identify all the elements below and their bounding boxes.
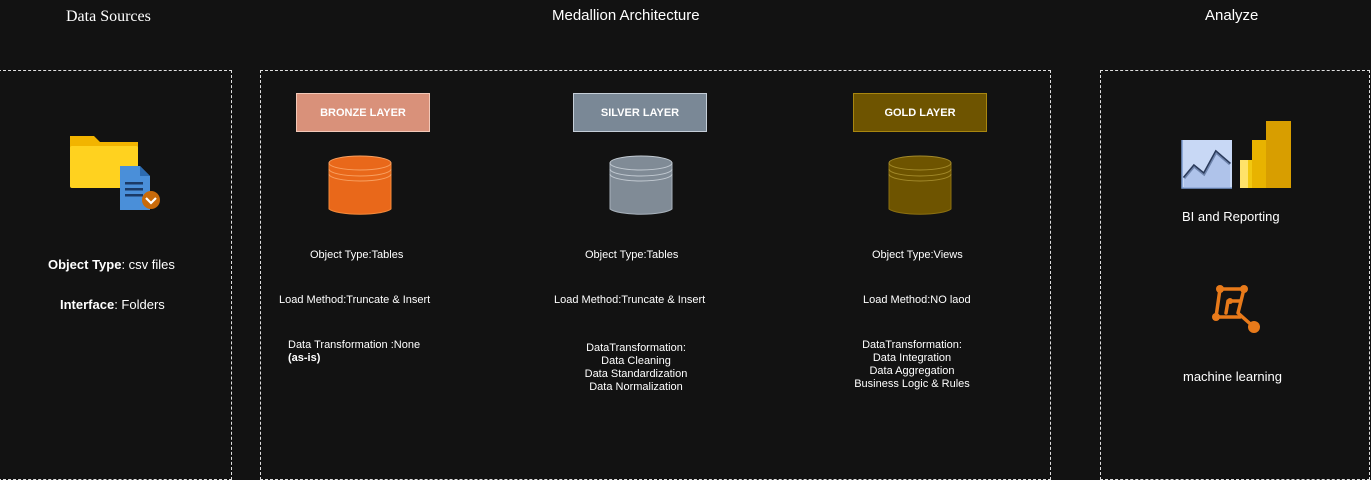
medallion-header: Medallion Architecture <box>552 7 700 24</box>
gold-transformation: DataTransformation: Data Integration Dat… <box>834 339 990 391</box>
silver-transformation-item: Data Standardization <box>584 368 688 380</box>
machine-learning-icon <box>1208 283 1264 337</box>
bi-chart-icon <box>1180 120 1294 190</box>
bronze-transformation-line1: Data Transformation :None <box>288 339 421 351</box>
gold-layer-title: GOLD LAYER <box>884 106 956 119</box>
machine-learning-label: machine learning <box>1183 369 1283 384</box>
bronze-database-icon <box>328 155 394 217</box>
bronze-transformation-line2: (as-is) <box>288 352 321 364</box>
silver-object-type: Object Type:Tables <box>585 249 679 261</box>
analyze-header: Analyze <box>1205 7 1259 24</box>
object-type-value: : csv files <box>121 257 175 272</box>
bronze-layer-box: BRONZE LAYER <box>296 93 430 132</box>
folder-icon <box>68 128 164 210</box>
source-interface: Interface: Folders <box>60 297 165 312</box>
gold-transformation-heading: DataTransformation: <box>862 339 962 351</box>
bi-reporting-label: BI and Reporting <box>1182 209 1280 224</box>
silver-transformation-item: Data Normalization <box>589 381 683 393</box>
silver-transformation-heading: DataTransformation: <box>586 342 686 354</box>
gold-load-method: Load Method:NO laod <box>863 294 971 306</box>
gold-database-icon <box>888 155 954 217</box>
bronze-transformation: Data Transformation :None (as-is) <box>288 339 420 365</box>
silver-database-icon <box>609 155 675 217</box>
gold-transformation-item: Business Logic & Rules <box>854 378 970 390</box>
gold-layer-box: GOLD LAYER <box>853 93 987 132</box>
bronze-layer-title: BRONZE LAYER <box>320 106 406 119</box>
silver-layer-box: SILVER LAYER <box>573 93 707 132</box>
object-type-label: Object Type <box>48 257 122 272</box>
interface-value: : Folders <box>114 297 165 312</box>
interface-label: Interface <box>60 297 115 312</box>
silver-transformation: DataTransformation: Data Cleaning Data S… <box>560 342 712 394</box>
gold-transformation-item: Data Integration <box>872 352 952 364</box>
bronze-object-type: Object Type:Tables <box>310 249 404 261</box>
silver-load-method: Load Method:Truncate & Insert <box>554 294 706 306</box>
gold-object-type: Object Type:Views <box>872 249 963 261</box>
bronze-load-method: Load Method:Truncate & Insert <box>279 294 431 306</box>
silver-transformation-item: Data Cleaning <box>601 355 671 367</box>
silver-layer-title: SILVER LAYER <box>600 106 680 119</box>
source-object-type: Object Type: csv files <box>48 257 175 272</box>
gold-transformation-item: Data Aggregation <box>869 365 955 377</box>
data-sources-header: Data Sources <box>66 8 151 25</box>
